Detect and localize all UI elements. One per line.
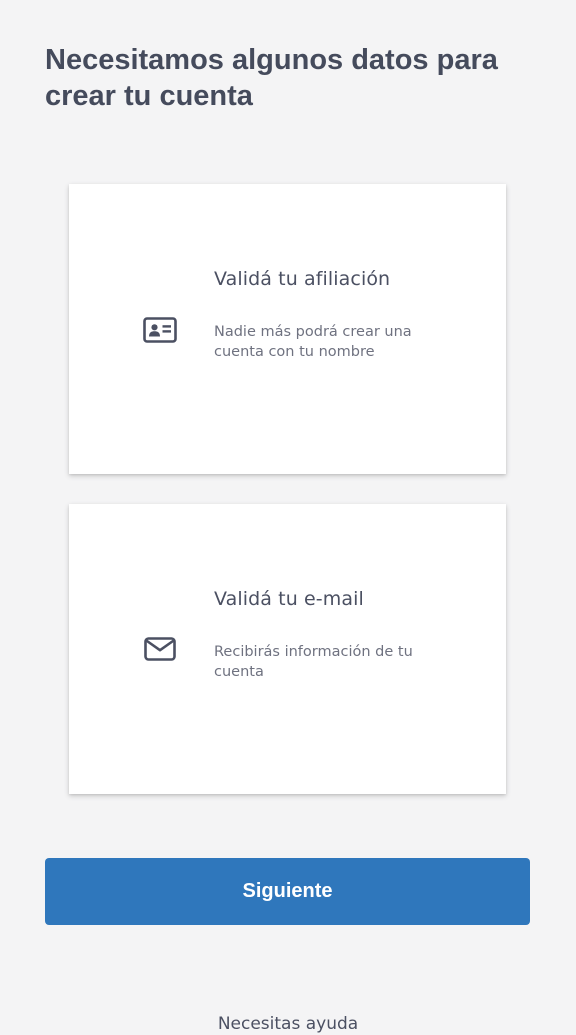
card-title: Validá tu afiliación [214,268,391,290]
card-description: Recibirás información de tu cuenta [214,644,413,680]
id-card-icon [142,314,178,346]
card-title: Validá tu e-mail [214,588,364,610]
envelope-icon [142,633,178,665]
help-link[interactable]: Necesitas ayuda [0,1013,576,1035]
validate-email-card[interactable]: Validá tu e-mail Recibirás información d… [69,504,506,794]
next-button[interactable]: Siguiente [45,858,530,925]
page-title: Necesitamos algunos datos para crear tu … [45,44,498,112]
validate-affiliation-card[interactable]: Validá tu afiliación Nadie más podrá cre… [69,184,506,474]
card-description: Nadie más podrá crear una cuenta con tu … [214,324,412,360]
